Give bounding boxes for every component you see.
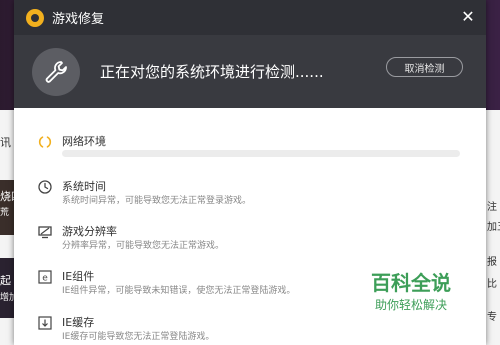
check-item-desc: IE组件异常，可能导致未知错误，使您无法正常登陆游戏。	[62, 286, 296, 296]
background-thumbnail	[0, 258, 14, 318]
game-repair-dialog: 游戏修复 ✕ 正在对您的系统环境进行检测...... 取消检测 网络环境 系统时…	[14, 0, 486, 345]
network-progress-bar	[62, 150, 460, 157]
watermark-subtitle: 助你轻松解决	[374, 298, 447, 312]
watermark-title: 百科全说	[371, 271, 451, 295]
ie-icon: e	[38, 269, 52, 284]
close-icon[interactable]: ✕	[460, 9, 476, 25]
loading-spinner-icon	[38, 134, 52, 148]
background-text: 荒	[0, 208, 10, 218]
status-text: 正在对您的系统环境进行检测......	[100, 63, 324, 81]
dialog-title: 游戏修复	[52, 12, 105, 27]
check-item-name: IE组件	[62, 270, 95, 283]
background-text: 专	[487, 312, 497, 323]
background-text: 烧四	[0, 190, 14, 203]
check-item-name: 网络环境	[62, 135, 106, 148]
background-text: 增加	[0, 293, 14, 303]
check-item-name: 游戏分辨率	[62, 225, 117, 238]
background-text: 讯	[0, 136, 11, 149]
svg-text:e: e	[42, 274, 48, 284]
download-icon	[38, 315, 52, 330]
background-text: 加五	[487, 222, 500, 233]
app-logo-icon	[26, 8, 44, 27]
check-item-name: IE缓存	[62, 316, 95, 329]
background-text: 报	[487, 257, 497, 268]
background-left-panel: 讯 烧四 荒 起 增加	[0, 110, 14, 345]
background-text: 起	[0, 274, 11, 287]
clock-icon	[38, 179, 52, 194]
check-item-desc: IE缓存可能导致您无法正常登陆游戏。	[62, 332, 215, 342]
status-header: 正在对您的系统环境进行检测...... 取消检测	[14, 35, 486, 108]
check-item-desc: 分辨率异常，可能导致您无法正常游戏。	[62, 241, 225, 251]
cancel-detection-button[interactable]: 取消检测	[386, 57, 463, 77]
background-text: 比	[487, 279, 497, 290]
background-text: 注	[487, 202, 497, 213]
monitor-icon	[38, 224, 52, 239]
background-right-panel: 注 加五 报 比 专	[486, 110, 500, 345]
wrench-icon	[32, 48, 80, 96]
watermark: 百科全说 助你轻松解决	[352, 262, 470, 320]
check-item-desc: 系统时间异常，可能导致您无法正常登录游戏。	[62, 196, 252, 206]
check-item-name: 系统时间	[62, 180, 106, 193]
dialog-titlebar: 游戏修复 ✕	[14, 0, 486, 35]
